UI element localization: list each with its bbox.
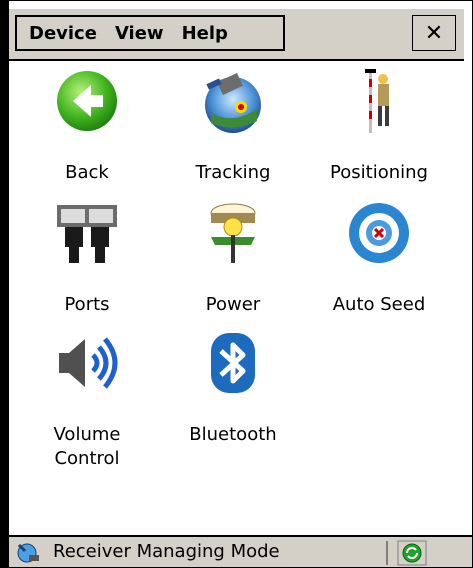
status-text: Receiver Managing Mode bbox=[53, 541, 280, 562]
app-label: Tracking bbox=[195, 162, 271, 183]
window-edge bbox=[1, 1, 9, 567]
menu-view[interactable]: View bbox=[103, 23, 164, 44]
sync-green-icon[interactable] bbox=[397, 540, 427, 566]
bluetooth-icon bbox=[211, 333, 255, 393]
surveyor-pole-icon bbox=[365, 69, 389, 133]
app-label: Volume Control bbox=[53, 424, 121, 469]
satellite-tracking-icon bbox=[205, 73, 261, 133]
app-grid: Back Tracking Positioning Ports Power Au… bbox=[9, 61, 464, 523]
menu-group: Device View Help bbox=[15, 15, 285, 51]
receiver-power-icon bbox=[210, 203, 256, 263]
app-label: Positioning bbox=[330, 162, 428, 183]
status-divider bbox=[386, 541, 388, 565]
receiver-status-icon[interactable] bbox=[15, 541, 41, 565]
ports-connectors-icon bbox=[57, 205, 117, 263]
status-bar: Receiver Managing Mode bbox=[9, 535, 472, 567]
app-label: Ports bbox=[64, 294, 110, 315]
close-button[interactable]: ✕ bbox=[412, 15, 456, 51]
speaker-volume-icon bbox=[59, 337, 118, 389]
app-label: Bluetooth bbox=[189, 424, 277, 445]
back-arrow-icon bbox=[57, 71, 117, 131]
menu-bar: Device View Help ✕ bbox=[9, 9, 464, 61]
app-label: Auto Seed bbox=[332, 294, 426, 315]
menu-help[interactable]: Help bbox=[170, 23, 228, 44]
menu-device[interactable]: Device bbox=[17, 23, 97, 44]
target-icon bbox=[349, 203, 409, 263]
app-window: Device View Help ✕ Back Tracking Positio… bbox=[0, 0, 473, 568]
close-icon: ✕ bbox=[424, 20, 444, 46]
app-label: Power bbox=[205, 294, 261, 315]
app-label: Back bbox=[65, 162, 109, 183]
